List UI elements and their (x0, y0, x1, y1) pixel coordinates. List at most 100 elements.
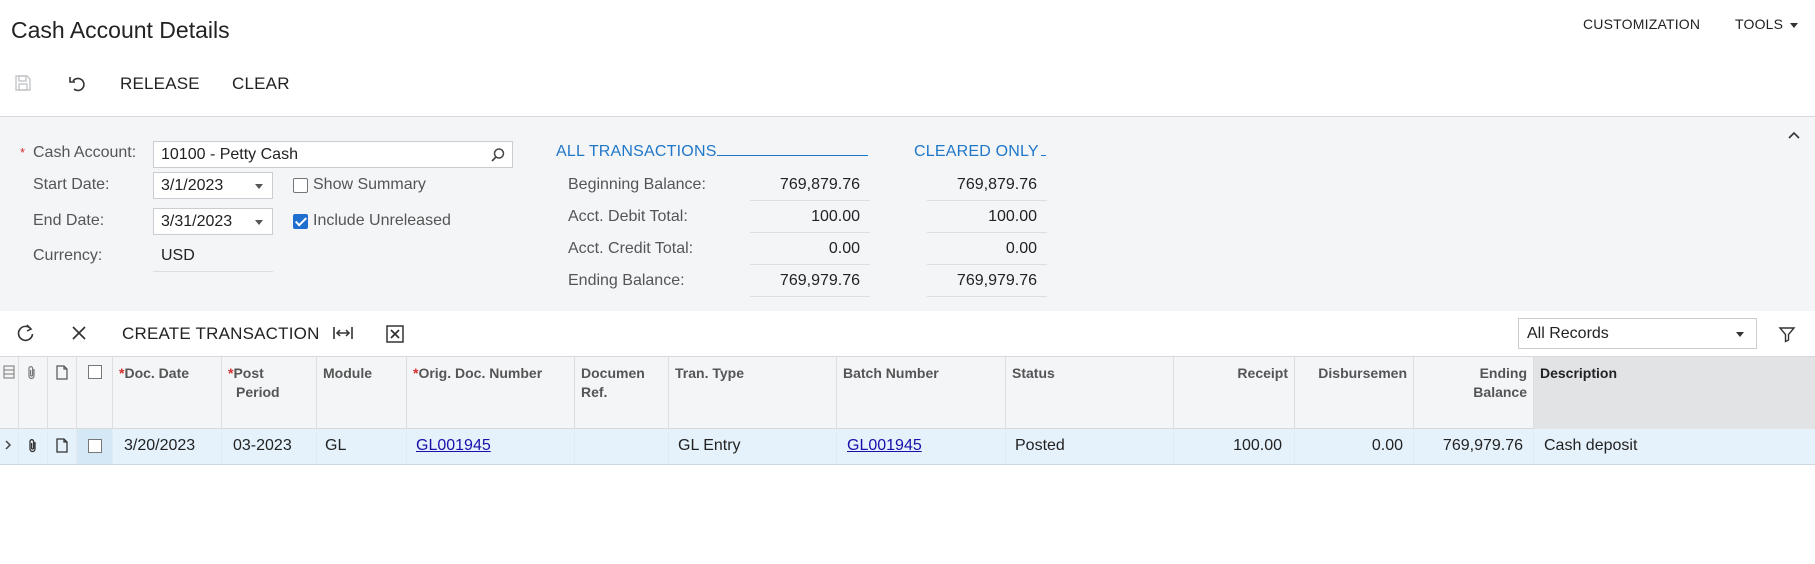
table-row[interactable]: 3/20/2023 03-2023 GL GL001945 GL Entry G… (0, 429, 1815, 465)
column-document-ref[interactable]: Documen Ref. (575, 357, 669, 429)
cell-doc-date[interactable]: 3/20/2023 (113, 429, 222, 464)
tran-type-header: Tran. Type (675, 365, 744, 381)
attachment-icon (19, 357, 48, 429)
cell-orig-doc-number[interactable]: GL001945 (407, 429, 575, 464)
tools-menu[interactable]: TOOLS (1735, 16, 1799, 32)
fit-columns-icon[interactable] (332, 325, 354, 346)
ending-balance-cleared: 769,979.76 (927, 269, 1047, 297)
export-excel-icon[interactable] (386, 325, 404, 348)
credit-total-cleared: 0.00 (927, 237, 1047, 265)
column-receipt[interactable]: Receipt (1174, 357, 1295, 429)
receipt-header: Receipt (1237, 365, 1288, 381)
module-header: Module (323, 365, 372, 381)
end-date-field[interactable]: 3/31/2023 (153, 208, 273, 235)
credit-total-all: 0.00 (750, 237, 870, 265)
ending-balance-label: Ending Balance: (568, 272, 685, 289)
batch-number-header: Batch Number (843, 365, 939, 381)
status-header: Status (1012, 365, 1055, 381)
debit-total-cleared: 100.00 (927, 205, 1047, 233)
beginning-balance-cleared: 769,879.76 (927, 173, 1047, 201)
orig-doc-number-header: Orig. Doc. Number (418, 365, 543, 381)
column-ending-balance[interactable]: Ending Balance (1414, 357, 1534, 429)
currency-label: Currency: (33, 247, 103, 264)
ending-balance-header-line2: Balance (1473, 384, 1527, 400)
note-icon[interactable] (48, 429, 77, 464)
row-checkbox[interactable] (77, 429, 113, 464)
undo-icon[interactable] (67, 73, 89, 95)
chevron-down-icon[interactable] (255, 220, 263, 225)
beginning-balance-label: Beginning Balance: (568, 176, 706, 193)
doc-date-header: Doc. Date (124, 365, 190, 381)
show-summary-label: Show Summary (313, 176, 426, 193)
column-tran-type[interactable]: Tran. Type (669, 357, 837, 429)
debit-total-label: Acct. Debit Total: (568, 208, 688, 225)
document-ref-header-line2: Ref. (581, 384, 608, 400)
row-expand-icon[interactable] (0, 429, 19, 464)
customization-menu[interactable]: CUSTOMIZATION (1583, 16, 1700, 32)
post-period-header-line1: Post (233, 365, 264, 381)
document-ref-header-line1: Documen (581, 365, 645, 381)
include-unreleased-label: Include Unreleased (313, 212, 451, 229)
cell-batch-number[interactable]: GL001945 (837, 429, 1006, 464)
start-date-label: Start Date: (33, 176, 110, 193)
chevron-down-icon[interactable] (255, 184, 263, 189)
tools-label: TOOLS (1735, 16, 1784, 32)
credit-total-label: Acct. Credit Total: (568, 240, 694, 257)
save-icon[interactable] (13, 73, 35, 95)
cash-account-value: 10100 - Petty Cash (161, 146, 298, 163)
column-description[interactable]: Description (1534, 357, 1815, 429)
column-post-period[interactable]: *Post Period (222, 357, 317, 429)
page-title: Cash Account Details (11, 17, 230, 43)
beginning-balance-all: 769,879.76 (750, 173, 870, 201)
ending-balance-header-line1: Ending (1479, 365, 1527, 381)
collapse-icon[interactable] (1787, 127, 1801, 145)
close-icon[interactable] (70, 324, 88, 347)
cell-document-ref[interactable] (575, 429, 669, 464)
orig-doc-number-link[interactable]: GL001945 (416, 437, 491, 454)
note-icon (48, 357, 77, 429)
refresh-icon[interactable] (16, 323, 36, 348)
cash-account-field[interactable]: 10100 - Petty Cash (153, 141, 513, 168)
cleared-only-header: CLEARED ONLY (914, 143, 1039, 160)
cleared-only-divider (1041, 155, 1046, 156)
cell-post-period[interactable]: 03-2023 (222, 429, 317, 464)
cell-status[interactable]: Posted (1006, 429, 1174, 464)
grid-header: *Doc. Date *Post Period Module *Orig. Doc… (0, 356, 1815, 429)
column-batch-number[interactable]: Batch Number (837, 357, 1006, 429)
cell-description[interactable]: Cash deposit (1534, 429, 1815, 464)
cell-disbursement[interactable]: 0.00 (1295, 429, 1414, 464)
ending-balance-all: 769,979.76 (750, 269, 870, 297)
filter-icon[interactable] (1778, 325, 1796, 348)
show-summary-checkbox[interactable] (293, 178, 308, 193)
column-orig-doc-number[interactable]: *Orig. Doc. Number (407, 357, 575, 429)
include-unreleased-checkbox[interactable] (293, 214, 308, 229)
create-transaction-button[interactable]: CREATE TRANSACTION (122, 324, 320, 344)
start-date-field[interactable]: 3/1/2023 (153, 172, 273, 199)
end-date-label: End Date: (33, 212, 105, 229)
column-settings-icon[interactable] (0, 357, 19, 429)
column-module[interactable]: Module (317, 357, 407, 429)
cell-ending-balance[interactable]: 769,979.76 (1414, 429, 1534, 464)
column-disbursement[interactable]: Disbursemen (1295, 357, 1414, 429)
search-icon[interactable] (490, 147, 506, 168)
clear-button[interactable]: CLEAR (232, 74, 290, 94)
chevron-down-icon (1790, 22, 1799, 28)
cash-account-label: Cash Account: (33, 144, 137, 161)
description-header: Description (1540, 365, 1618, 381)
debit-total-all: 100.00 (750, 205, 870, 233)
select-all-checkbox[interactable] (77, 357, 113, 429)
disbursement-header: Disbursemen (1318, 365, 1407, 381)
currency-value: USD (153, 244, 273, 272)
attachment-icon[interactable] (19, 429, 48, 464)
end-date-value: 3/31/2023 (161, 213, 233, 230)
cell-module[interactable]: GL (317, 429, 407, 464)
cell-tran-type[interactable]: GL Entry (669, 429, 837, 464)
records-filter-select[interactable]: All Records (1518, 318, 1757, 349)
batch-number-link[interactable]: GL001945 (847, 437, 922, 454)
column-status[interactable]: Status (1006, 357, 1174, 429)
release-button[interactable]: RELEASE (120, 74, 200, 94)
column-doc-date[interactable]: *Doc. Date (113, 357, 222, 429)
cell-receipt[interactable]: 100.00 (1174, 429, 1295, 464)
all-transactions-header: ALL TRANSACTIONS (556, 143, 717, 160)
start-date-value: 3/1/2023 (161, 177, 224, 194)
